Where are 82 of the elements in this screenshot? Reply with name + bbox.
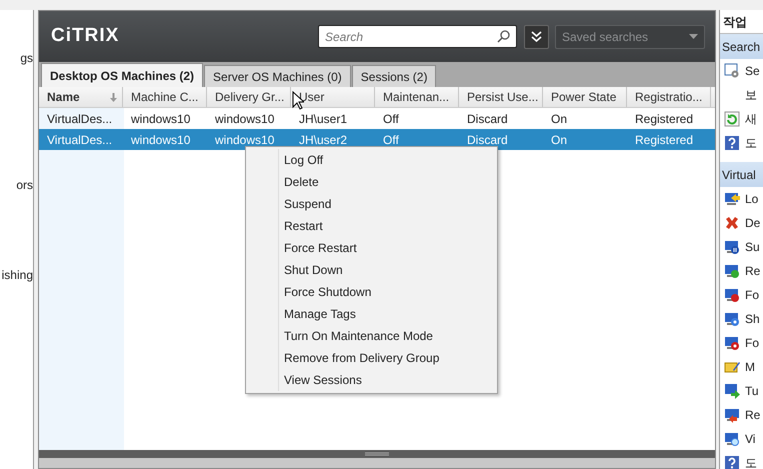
menu-item[interactable]: Shut Down (246, 259, 497, 281)
caret-icon (689, 34, 698, 39)
tree-item[interactable]: gs (0, 49, 33, 67)
table-cell-text: Registered (634, 110, 694, 128)
table-cell-text: VirtualDes... (46, 132, 114, 148)
table-row[interactable]: VirtualDes... windows10 windows10 JH\user2 Off Discard On Registered (39, 129, 715, 150)
column-header[interactable]: Name (39, 87, 123, 107)
menu-item[interactable]: Force Shutdown (246, 281, 497, 303)
monitor-icon (724, 407, 740, 423)
tab[interactable]: Server OS Machines (0) (204, 65, 351, 87)
expand-button[interactable] (524, 24, 549, 48)
tag-icon (724, 359, 740, 375)
resize-grip-icon[interactable] (365, 452, 389, 456)
action-link[interactable]: Sh (745, 310, 760, 328)
menu-item[interactable]: Suspend (246, 193, 497, 215)
action-link[interactable]: De (745, 214, 760, 232)
tree-item[interactable]: ors (0, 176, 33, 194)
action-link[interactable]: Fo (745, 334, 760, 352)
action-link[interactable]: 보 (745, 86, 757, 104)
menu-item[interactable]: Log Off (246, 149, 497, 171)
double-chevron-icon (531, 31, 542, 42)
table-cell-text: Discard (466, 132, 509, 148)
menu-item[interactable]: Turn On Maintenance Mode (246, 325, 497, 347)
column-header[interactable]: Persist Use... (459, 87, 543, 107)
monitor-icon (724, 239, 740, 255)
table-cell-text: VirtualDes... (46, 110, 114, 128)
menu-item[interactable]: Restart (246, 215, 497, 237)
tab[interactable]: Desktop OS Machines (2) (41, 63, 204, 87)
column-header[interactable]: Delivery Gr... (207, 87, 291, 107)
tab[interactable]: Sessions (2) (352, 65, 436, 87)
table-cell-text: Registered (634, 132, 694, 148)
delete-icon (724, 215, 740, 231)
search-icon (497, 30, 510, 43)
action-link[interactable]: Tu (745, 382, 759, 400)
action-link[interactable]: 도 (745, 454, 757, 469)
section-header[interactable]: Virtual (720, 162, 763, 187)
monitor-icon (724, 311, 740, 327)
table-cell-text: windows10 (130, 132, 192, 148)
monitor-icon (724, 191, 740, 207)
action-link[interactable]: Se (745, 62, 760, 80)
table-cell-text: On (550, 132, 568, 148)
column-header[interactable]: Power State (543, 87, 627, 107)
table-cell-text: Off (382, 110, 400, 128)
table-row[interactable]: VirtualDes... windows10 windows10 JH\user1 Off Discard On Registered (39, 108, 715, 129)
column-header[interactable]: Machine C... (123, 87, 207, 107)
table-cell-text: On (550, 110, 568, 128)
menu-item[interactable]: Remove from Delivery Group (246, 347, 497, 369)
monitor-icon (724, 287, 740, 303)
action-link[interactable]: Re (745, 262, 760, 280)
menu-item[interactable]: Delete (246, 171, 497, 193)
sort-arrow-icon (110, 92, 117, 102)
table-cell-text: windows10 (214, 132, 276, 148)
action-link[interactable]: Lo (745, 190, 758, 208)
menu-item[interactable]: Manage Tags (246, 303, 497, 325)
refresh-icon (724, 111, 740, 127)
action-link[interactable]: 도 (745, 134, 757, 152)
column-header[interactable]: Registratio... (627, 87, 711, 107)
search-field[interactable]: Search (318, 25, 517, 48)
monitor-icon (724, 335, 740, 351)
tree-item[interactable]: ishing (0, 266, 33, 284)
action-link[interactable]: Vi (745, 430, 756, 448)
table-cell-text: Discard (466, 110, 509, 128)
table-cell-text: JH\user1 (298, 110, 348, 128)
action-link[interactable]: 새 (745, 110, 757, 128)
action-link[interactable]: M (745, 358, 755, 376)
gear-icon (724, 63, 740, 79)
table-cell-text: Off (382, 132, 400, 148)
table-cell-text: windows10 (214, 110, 276, 128)
table-cell-text: windows10 (130, 110, 192, 128)
logo: CiTRIX (51, 24, 120, 48)
monitor-icon (724, 383, 740, 399)
help-icon (724, 135, 740, 151)
action-link[interactable]: Su (745, 238, 760, 256)
section-header[interactable]: Search (720, 34, 763, 59)
monitor-icon (724, 263, 740, 279)
column-header[interactable]: Maintenan... (375, 87, 459, 107)
menu-item[interactable]: View Sessions (246, 369, 497, 391)
action-link[interactable]: Fo (745, 286, 760, 304)
monitor-icon (724, 431, 740, 447)
table-cell-text: JH\user2 (298, 132, 348, 148)
menu-item[interactable]: Force Restart (246, 237, 497, 259)
action-link[interactable]: Re (745, 406, 760, 424)
